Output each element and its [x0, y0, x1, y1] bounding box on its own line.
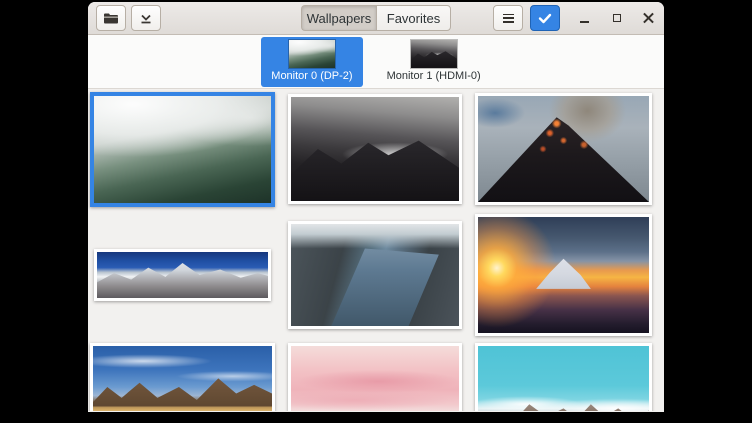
titlebar-left-group [96, 5, 161, 31]
wallpaper-item-mountain-lake-reflection[interactable] [90, 343, 275, 411]
wallpaper-image [478, 217, 649, 333]
tab-wallpapers[interactable]: Wallpapers [301, 5, 376, 31]
minimize-icon [580, 21, 589, 23]
wallpaper-gallery [88, 89, 664, 411]
maximize-button[interactable] [609, 11, 624, 26]
monitor-item-0[interactable]: Monitor 0 (DP-2) [261, 37, 362, 87]
wallpaper-image [97, 252, 268, 298]
hamburger-menu-icon [503, 14, 514, 23]
monitor-0-thumbnail [289, 40, 335, 68]
menu-button[interactable] [493, 5, 523, 31]
wallpaper-item-pink-sky-mountain-ridge[interactable] [288, 343, 462, 411]
wallpaper-chooser-window: Wallpapers Favorites [88, 2, 664, 412]
wallpaper-item-monochrome-storm-peaks[interactable] [288, 94, 462, 204]
screen-background: Wallpapers Favorites [0, 0, 752, 423]
import-icon [139, 12, 153, 25]
fjord-water [291, 224, 459, 326]
titlebar: Wallpapers Favorites [88, 2, 664, 35]
mountain-silhouette [478, 346, 649, 411]
wallpaper-item-sunset-over-snowy-volcano[interactable] [475, 214, 652, 336]
wallpaper-image [94, 96, 271, 203]
monitor-item-1[interactable]: Monitor 1 (HDMI-0) [377, 37, 491, 87]
open-folder-button[interactable] [96, 5, 126, 31]
monitor-1-label: Monitor 1 (HDMI-0) [387, 70, 481, 82]
view-switcher: Wallpapers Favorites [301, 5, 451, 31]
mountain-silhouette [97, 252, 268, 298]
monitor-selector-bar: Monitor 0 (DP-2) Monitor 1 (HDMI-0) [88, 35, 664, 89]
tab-favorites[interactable]: Favorites [376, 5, 451, 31]
maximize-icon [613, 14, 621, 22]
close-icon [643, 13, 654, 24]
apply-button[interactable] [530, 5, 560, 31]
wallpaper-image [93, 346, 272, 411]
mountain-silhouette [291, 346, 459, 411]
wallpaper-item-foggy-teal-mountains[interactable] [90, 92, 275, 207]
titlebar-right-group [493, 5, 656, 31]
import-button[interactable] [131, 5, 161, 31]
wallpaper-image [478, 96, 649, 202]
folder-icon [103, 12, 119, 25]
mountain-silhouette [411, 40, 457, 68]
wallpaper-image [291, 97, 459, 201]
wallpaper-item-fjord-aerial-view[interactable] [288, 221, 462, 329]
wallpaper-image [291, 224, 459, 326]
wallpaper-item-turquoise-sky-snow-peaks[interactable] [475, 343, 652, 411]
close-button[interactable] [641, 11, 656, 26]
mountain-silhouette [291, 97, 459, 201]
wallpaper-image [291, 346, 459, 411]
wallpaper-item-erupting-volcano[interactable] [475, 93, 652, 205]
checkmark-icon [538, 13, 552, 24]
minimize-button[interactable] [577, 11, 592, 26]
window-controls [577, 11, 656, 26]
mountain-silhouette [93, 346, 272, 411]
wallpaper-item-snowy-mountain-panorama[interactable] [94, 249, 271, 301]
lava-sparks [478, 96, 649, 202]
wallpaper-image [478, 346, 649, 411]
monitor-1-thumbnail [411, 40, 457, 68]
monitor-0-label: Monitor 0 (DP-2) [271, 70, 352, 82]
mountain-silhouette [478, 217, 649, 333]
